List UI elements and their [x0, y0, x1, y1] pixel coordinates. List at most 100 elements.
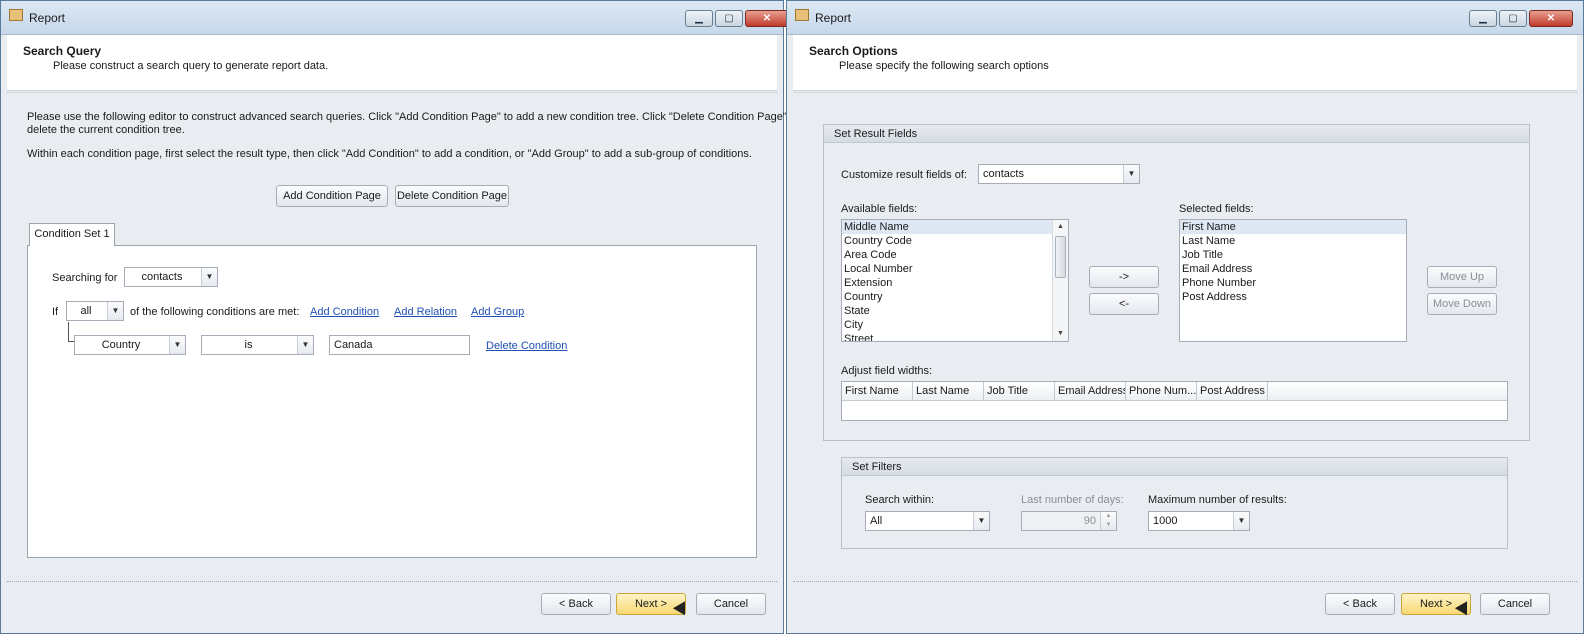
list-item[interactable]: Post Address — [1180, 290, 1406, 304]
selected-fields-list[interactable]: First Name Last Name Job Title Email Addres… — [1179, 219, 1407, 342]
add-condition-page-button[interactable]: Add Condition Page — [276, 185, 388, 207]
available-fields-list[interactable]: Middle Name Country Code Area Code Local Nu… — [841, 219, 1069, 342]
page-subtitle: Please construct a search query to gener… — [53, 60, 329, 72]
scrollbar[interactable]: ▲ ▼ — [1052, 220, 1068, 341]
grid-header: First Name Last Name Job Title Email Addres… — [842, 382, 1507, 401]
grid-column-header[interactable]: Last Name — [913, 382, 984, 401]
customize-fields-select[interactable]: contacts ▼ — [978, 164, 1140, 184]
wizard-body: Set Result Fields Customize result field… — [793, 92, 1577, 581]
group-title: Set Filters — [842, 458, 1507, 476]
searching-for-select[interactable]: contacts ▼ — [124, 267, 218, 287]
title-bar: Report ▁ ▢ ✕ — [787, 1, 1583, 35]
max-results-select[interactable]: 1000 ▼ — [1148, 511, 1250, 531]
back-button[interactable]: < Back — [541, 593, 611, 615]
list-item[interactable]: First Name — [1180, 220, 1406, 234]
list-item[interactable]: City — [842, 318, 1068, 332]
search-query-window: Report ▁ ▢ ✕ Search Query Please constru… — [0, 0, 799, 634]
remove-field-button[interactable]: <- — [1089, 293, 1159, 315]
search-within-select[interactable]: All ▼ — [865, 511, 990, 531]
maximize-icon[interactable]: ▢ — [1499, 10, 1527, 27]
list-item[interactable]: Last Name — [1180, 234, 1406, 248]
minimize-icon[interactable]: ▁ — [685, 10, 713, 27]
tab-condition-set-1[interactable]: Condition Set 1 — [29, 223, 115, 246]
condition-field-select[interactable]: Country ▼ — [74, 335, 186, 355]
list-item[interactable]: Middle Name — [842, 220, 1068, 234]
wizard-footer: < Back Next > Cancel — [793, 581, 1577, 633]
close-icon[interactable]: ✕ — [745, 10, 789, 27]
spinner-arrows-icon: ▲ ▼ — [1100, 512, 1116, 530]
cancel-button[interactable]: Cancel — [1480, 593, 1550, 615]
wizard-header: Search Options Please specify the follow… — [793, 35, 1577, 91]
back-button[interactable]: < Back — [1325, 593, 1395, 615]
grid-column-header[interactable]: Phone Num... — [1126, 382, 1197, 401]
last-days-spinner[interactable]: 90 ▲ ▼ — [1021, 511, 1117, 531]
instructions-text-2: Within each condition page, first select… — [27, 148, 752, 160]
list-item[interactable]: Country Code — [842, 234, 1068, 248]
list-item[interactable]: Country — [842, 290, 1068, 304]
chevron-down-icon: ▼ — [107, 302, 123, 320]
add-condition-link[interactable]: Add Condition — [310, 306, 379, 318]
scroll-up-icon[interactable]: ▲ — [1053, 220, 1068, 234]
chevron-down-icon: ▼ — [1233, 512, 1249, 530]
list-item[interactable]: Email Address — [1180, 262, 1406, 276]
close-icon[interactable]: ✕ — [1529, 10, 1573, 27]
maximize-icon[interactable]: ▢ — [715, 10, 743, 27]
list-item[interactable]: Local Number — [842, 262, 1068, 276]
condition-operator-select[interactable]: is ▼ — [201, 335, 314, 355]
page-subtitle: Please specify the following search opti… — [839, 60, 1049, 72]
add-field-button[interactable]: -> — [1089, 266, 1159, 288]
if-quantifier-value: all — [80, 305, 92, 317]
chevron-down-icon: ▼ — [973, 512, 989, 530]
available-fields-label: Available fields: — [841, 203, 918, 215]
list-item[interactable]: Job Title — [1180, 248, 1406, 262]
field-widths-grid[interactable]: First Name Last Name Job Title Email Addres… — [841, 381, 1508, 421]
searching-for-label: Searching for — [52, 272, 118, 284]
grid-column-header[interactable]: Post Address — [1197, 382, 1268, 401]
grid-column-header[interactable]: Email Address — [1055, 382, 1126, 401]
search-within-label: Search within: — [865, 494, 935, 506]
condition-value-input[interactable]: Canada — [329, 335, 470, 355]
last-days-value: 90 — [1083, 515, 1096, 527]
grid-column-header[interactable]: First Name — [842, 382, 913, 401]
condition-field-value: Country — [101, 339, 141, 351]
page-title: Search Options — [809, 44, 898, 58]
list-item[interactable]: Street — [842, 332, 1068, 341]
chevron-down-icon: ▼ — [169, 336, 185, 354]
wizard-footer: < Back Next > Cancel — [7, 581, 777, 633]
last-days-label: Last number of days: — [1021, 494, 1124, 506]
scroll-thumb[interactable] — [1055, 236, 1066, 278]
delete-condition-link[interactable]: Delete Condition — [486, 340, 567, 352]
list-item[interactable]: State — [842, 304, 1068, 318]
wizard-header: Search Query Please construct a search q… — [7, 35, 777, 91]
add-group-link[interactable]: Add Group — [471, 306, 524, 318]
report-app-icon — [795, 9, 809, 21]
grid-column-header[interactable]: Job Title — [984, 382, 1055, 401]
add-relation-link[interactable]: Add Relation — [394, 306, 457, 318]
list-item[interactable]: Extension — [842, 276, 1068, 290]
if-label: If — [52, 306, 59, 318]
cancel-button[interactable]: Cancel — [696, 593, 766, 615]
search-options-window: Report ▁ ▢ ✕ Search Options Please speci… — [786, 0, 1584, 634]
move-down-button[interactable]: Move Down — [1427, 293, 1497, 315]
delete-condition-page-button[interactable]: Delete Condition Page — [395, 185, 509, 207]
customize-fields-value: contacts — [983, 168, 1024, 180]
window-title: Report — [815, 11, 852, 25]
search-within-value: All — [870, 515, 883, 527]
scroll-down-icon[interactable]: ▼ — [1053, 327, 1068, 341]
filters-group: Set Filters Search within: All ▼ Last nu… — [841, 457, 1508, 549]
wizard-body: Please use the following editor to const… — [7, 92, 799, 581]
title-bar: Report ▁ ▢ ✕ — [1, 1, 789, 35]
condition-tab-panel: Searching for contacts ▼ If all ▼ of the… — [27, 245, 757, 558]
selected-fields-label: Selected fields: — [1179, 203, 1254, 215]
chevron-down-icon: ▼ — [201, 268, 217, 286]
minimize-icon[interactable]: ▁ — [1469, 10, 1497, 27]
list-item[interactable]: Area Code — [842, 248, 1068, 262]
move-up-button[interactable]: Move Up — [1427, 266, 1497, 288]
max-results-label: Maximum number of results: — [1148, 494, 1287, 506]
if-quantifier-select[interactable]: all ▼ — [66, 301, 124, 321]
conditions-met-label: of the following conditions are met: — [130, 306, 300, 318]
list-item[interactable]: Phone Number — [1180, 276, 1406, 290]
group-title: Set Result Fields — [824, 125, 1529, 143]
page-title: Search Query — [23, 44, 102, 58]
condition-operator-value: is — [244, 339, 253, 351]
